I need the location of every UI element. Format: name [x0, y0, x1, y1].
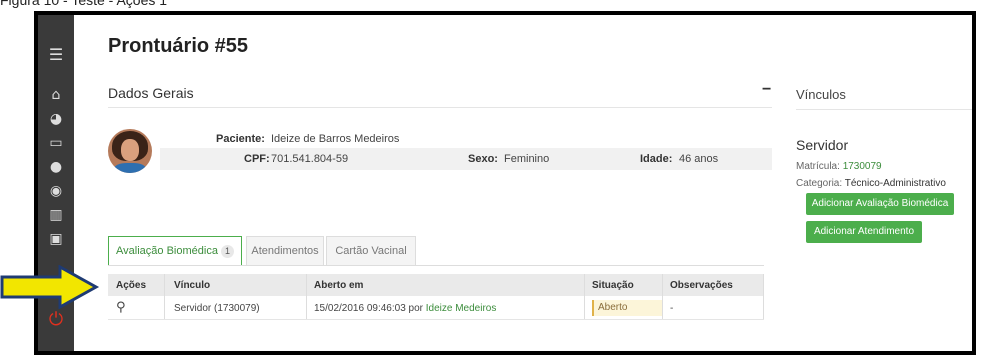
- tab-appointments[interactable]: Atendimentos: [246, 236, 324, 265]
- patient-value: Ideize de Barros Medeiros: [271, 133, 400, 145]
- column-header: Vínculo: [174, 280, 211, 291]
- age-value: 46 anos: [679, 153, 719, 165]
- power-icon[interactable]: ⏻: [38, 309, 74, 330]
- categoria-label: Categoria:: [796, 178, 843, 189]
- cell-vinculo: Servidor (1730079): [174, 303, 260, 314]
- add-appointment-button[interactable]: Adicionar Atendimento: [806, 221, 922, 243]
- main-content: Prontuário #55 Dados Gerais − Paciente: …: [74, 15, 972, 351]
- search-icon[interactable]: ⚲: [116, 300, 126, 315]
- general-data-title: Dados Gerais: [108, 85, 194, 101]
- column-divider: [662, 274, 663, 319]
- column-divider: [164, 274, 165, 319]
- cell-aberto-em: 15/02/2016 09:46:03 por Ideize Medeiros: [314, 303, 496, 314]
- app-window: ☰ ⌂ ◕ ▭ ● ◉ ▥ ▣ ⏻ Prontuário #55 Dados G…: [38, 15, 972, 351]
- briefcase-icon[interactable]: ▣: [38, 231, 74, 247]
- cpf-label: CPF:: [244, 153, 270, 165]
- column-header: Ações: [116, 280, 147, 291]
- divider: [796, 109, 972, 110]
- column-divider: [306, 274, 307, 319]
- patient-label: Paciente:: [216, 133, 265, 145]
- column-header: Aberto em: [314, 280, 364, 291]
- opened-by-link[interactable]: Ideize Medeiros: [426, 303, 497, 314]
- table-header: Ações Vínculo Aberto em Situação Observa…: [108, 274, 764, 296]
- tab-vaccination-card[interactable]: Cartão Vacinal: [326, 236, 416, 265]
- categoria-line: Categoria: Técnico-Administrativo: [796, 178, 946, 189]
- matricula-value: 1730079: [842, 161, 882, 172]
- opened-at: 15/02/2016 09:46:03 por: [314, 303, 423, 314]
- figure-caption: Figura 10 - Teste - Ações 1: [0, 0, 168, 8]
- column-header: Situação: [592, 280, 634, 291]
- links-title: Vínculos: [796, 87, 846, 102]
- tab-count-badge: 1: [220, 245, 234, 258]
- sex-value: Feminino: [504, 153, 550, 165]
- tab-biomedical[interactable]: Avaliação Biomédica 1: [108, 236, 242, 266]
- column-header: Observações: [670, 280, 733, 291]
- cell-observacoes: -: [670, 303, 674, 314]
- home-icon[interactable]: ⌂: [38, 87, 74, 103]
- compass-icon[interactable]: ◉: [38, 183, 74, 199]
- menu-icon[interactable]: ☰: [38, 45, 74, 64]
- sex-label: Sexo:: [468, 153, 498, 165]
- tab-label: Avaliação Biomédica: [116, 245, 218, 257]
- screenshot-frame: ☰ ⌂ ◕ ▭ ● ◉ ▥ ▣ ⏻ Prontuário #55 Dados G…: [34, 11, 976, 355]
- add-biomedical-button[interactable]: Adicionar Avaliação Biomédica: [806, 193, 954, 215]
- pie-chart-icon[interactable]: ◕: [38, 111, 74, 127]
- cpf-value: 701.541.804-59: [271, 153, 349, 165]
- bar-chart-icon[interactable]: ▥: [38, 207, 74, 223]
- categoria-value: Técnico-Administrativo: [844, 178, 946, 189]
- monitor-icon[interactable]: ▭: [38, 135, 74, 151]
- age-label: Idade:: [640, 153, 673, 165]
- pointer-arrow-icon: [0, 265, 100, 309]
- link-type: Servidor: [796, 137, 849, 153]
- table-row: ⚲ Servidor (1730079) 15/02/2016 09:46:03…: [108, 297, 764, 320]
- collapse-icon[interactable]: −: [762, 81, 771, 99]
- user-icon[interactable]: ●: [38, 159, 74, 175]
- column-divider: [763, 274, 764, 319]
- status-badge: Aberto: [592, 300, 662, 316]
- divider: [108, 107, 772, 108]
- column-divider: [584, 274, 585, 319]
- page-title: Prontuário #55: [108, 35, 249, 57]
- tab-divider: [108, 265, 764, 266]
- avatar: [108, 129, 152, 173]
- matricula-line: Matrícula: 1730079: [796, 161, 882, 172]
- matricula-label: Matrícula:: [796, 161, 840, 172]
